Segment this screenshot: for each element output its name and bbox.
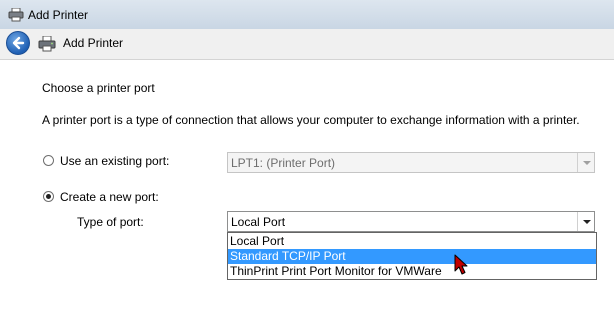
new-port-radio[interactable] <box>43 191 54 202</box>
page-heading: Choose a printer port <box>42 81 155 95</box>
chevron-down-icon[interactable] <box>577 212 594 231</box>
existing-port-value: LPT1: (Printer Port) <box>231 156 336 170</box>
page-description: A printer port is a type of connection t… <box>42 113 580 127</box>
existing-port-label[interactable]: Use an existing port: <box>60 154 169 168</box>
printer-icon <box>38 35 56 55</box>
existing-port-select[interactable]: LPT1: (Printer Port) <box>227 152 595 173</box>
dropdown-option-local-port[interactable]: Local Port <box>228 234 596 249</box>
printer-icon <box>8 7 24 22</box>
port-type-value: Local Port <box>231 215 286 229</box>
port-type-select[interactable]: Local Port <box>227 211 595 232</box>
port-type-dropdown-list: Local Port Standard TCP/IP Port ThinPrin… <box>227 232 597 280</box>
dropdown-option-thinprint-port-monitor[interactable]: ThinPrint Print Port Monitor for VMWare <box>228 264 596 279</box>
existing-port-radio[interactable] <box>43 155 54 166</box>
wizard-title: Add Printer <box>63 36 124 50</box>
chevron-down-icon <box>577 153 594 172</box>
command-bar: Add Printer <box>0 29 614 60</box>
dropdown-option-standard-tcp-ip-port[interactable]: Standard TCP/IP Port <box>228 249 596 264</box>
window-title: Add Printer <box>28 8 89 22</box>
back-arrow-icon <box>12 36 25 50</box>
mouse-cursor-icon <box>454 254 470 279</box>
wizard-content: Choose a printer port A printer port is … <box>0 60 614 331</box>
back-button[interactable] <box>6 31 30 55</box>
port-type-label: Type of port: <box>77 215 144 229</box>
title-bar: Add Printer <box>0 0 614 30</box>
new-port-label[interactable]: Create a new port: <box>60 190 159 204</box>
